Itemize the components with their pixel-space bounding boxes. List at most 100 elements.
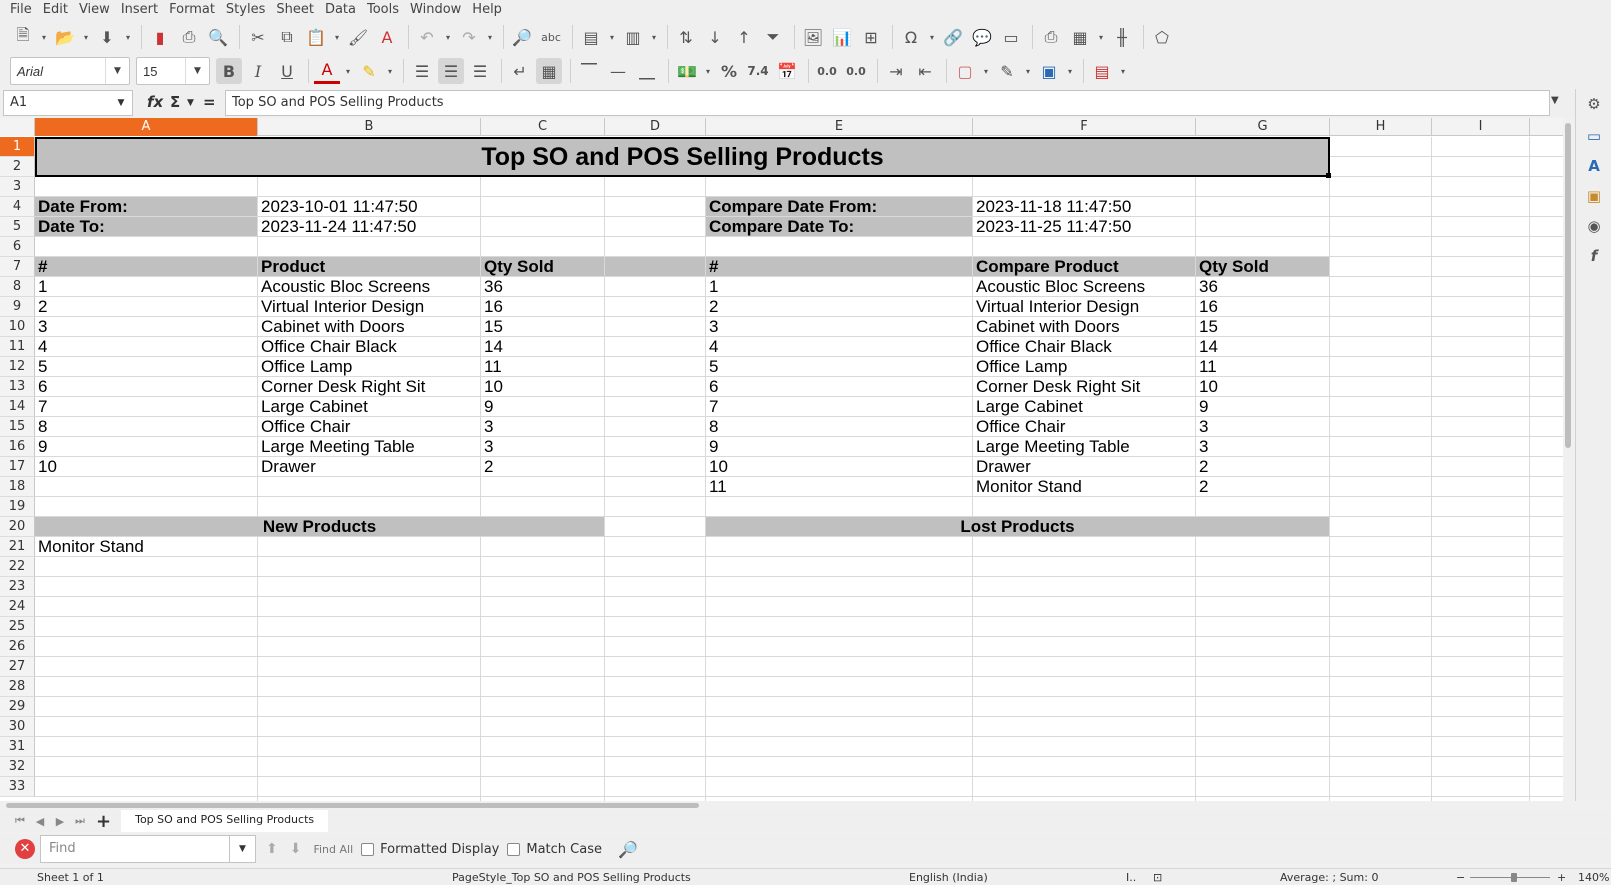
sum-dropdown-icon[interactable]: ▼ — [187, 98, 194, 108]
sort-descending-icon[interactable]: ↑ — [731, 24, 757, 50]
compare-date-from-label[interactable]: Compare Date From: — [706, 197, 972, 216]
insert-image-icon[interactable]: 🖼 — [800, 24, 826, 50]
row-header-8[interactable]: 8 — [0, 277, 35, 297]
row-header-26[interactable]: 26 — [0, 637, 35, 657]
column-header-c[interactable]: C — [481, 118, 605, 136]
row-header-15[interactable]: 15 — [0, 417, 35, 437]
row-header-28[interactable]: 28 — [0, 677, 35, 697]
column-header-f[interactable]: F — [973, 118, 1196, 136]
row-header-31[interactable]: 31 — [0, 737, 35, 757]
right-table-cell[interactable]: 11 — [706, 477, 972, 496]
number-format-icon[interactable]: 7.4 — [745, 58, 771, 84]
row-header-18[interactable]: 18 — [0, 477, 35, 497]
left-table-cell[interactable]: 1 — [35, 277, 257, 296]
border-color-icon[interactable]: ▣ — [1036, 58, 1062, 84]
row-header-13[interactable]: 13 — [0, 377, 35, 397]
save-dropdown[interactable]: ▾ — [123, 24, 133, 50]
font-color-dropdown[interactable]: ▾ — [343, 58, 353, 84]
row-header-7[interactable]: 7 — [0, 257, 35, 277]
left-table-cell[interactable]: 4 — [35, 337, 257, 356]
left-table-cell[interactable]: 3 — [35, 317, 257, 336]
right-table-header[interactable]: Qty Sold — [1196, 257, 1329, 276]
left-table-cell[interactable]: Large Meeting Table — [258, 437, 480, 456]
sort-ascending-icon[interactable]: ↓ — [702, 24, 728, 50]
clear-formatting-icon[interactable]: A — [374, 24, 400, 50]
right-table-cell[interactable]: 11 — [1196, 357, 1329, 376]
left-table-cell[interactable]: 7 — [35, 397, 257, 416]
row-header-20[interactable]: 20 — [0, 517, 35, 537]
row-icon[interactable]: ▤ — [578, 24, 604, 50]
border-color-dropdown[interactable]: ▾ — [1065, 58, 1075, 84]
row-header-16[interactable]: 16 — [0, 437, 35, 457]
border-style-icon[interactable]: ✎ — [994, 58, 1020, 84]
right-table-cell[interactable]: 6 — [706, 377, 972, 396]
previous-sheet-icon[interactable]: ◀ — [30, 815, 50, 828]
right-table-cell[interactable]: 4 — [706, 337, 972, 356]
row-header-23[interactable]: 23 — [0, 577, 35, 597]
menu-format[interactable]: Format — [165, 2, 222, 17]
compare-date-from-value[interactable]: 2023-11-18 11:47:50 — [973, 197, 1195, 216]
align-bottom-icon[interactable]: ⎽ — [634, 58, 660, 84]
zoom-in-icon[interactable]: + — [1557, 871, 1566, 884]
row-header-11[interactable]: 11 — [0, 337, 35, 357]
undo-icon[interactable]: ↶ — [414, 24, 440, 50]
zoom-level[interactable]: 140% — [1578, 871, 1609, 884]
right-table-cell[interactable]: 10 — [1196, 377, 1329, 396]
redo-icon[interactable]: ↷ — [456, 24, 482, 50]
freeze-rows-columns-icon[interactable]: ▦ — [1067, 24, 1093, 50]
right-table-cell[interactable]: 16 — [1196, 297, 1329, 316]
left-table-cell[interactable]: 15 — [481, 317, 604, 336]
left-table-cell[interactable]: Large Cabinet — [258, 397, 480, 416]
formula-icon[interactable]: = — [203, 93, 216, 111]
language[interactable]: English (India) — [909, 871, 988, 884]
split-window-icon[interactable]: ╫ — [1109, 24, 1135, 50]
compare-date-to-value[interactable]: 2023-11-25 11:47:50 — [973, 217, 1195, 236]
formula-input[interactable]: Top SO and POS Selling Products — [225, 90, 1550, 116]
right-table-cell[interactable]: Office Lamp — [973, 357, 1195, 376]
right-table-cell[interactable]: 2 — [706, 297, 972, 316]
row-header-6[interactable]: 6 — [0, 237, 35, 257]
spelling-icon[interactable]: abc — [538, 24, 564, 50]
right-table-cell[interactable]: Large Meeting Table — [973, 437, 1195, 456]
menu-window[interactable]: Window — [406, 2, 468, 17]
column-header-d[interactable]: D — [605, 118, 706, 136]
row-header-4[interactable]: 4 — [0, 197, 35, 217]
font-size-dropdown-icon[interactable]: ▼ — [185, 58, 209, 84]
column-header-i[interactable]: I — [1432, 118, 1530, 136]
left-table-cell[interactable]: Acoustic Bloc Screens — [258, 277, 480, 296]
column-dropdown[interactable]: ▾ — [649, 24, 659, 50]
row-header-27[interactable]: 27 — [0, 657, 35, 677]
left-table-cell[interactable]: Virtual Interior Design — [258, 297, 480, 316]
sidebar-settings-icon[interactable]: ⚙ — [1583, 93, 1605, 115]
row-header-2[interactable]: 2 — [0, 157, 35, 177]
delete-decimal-icon[interactable]: 0.0 — [843, 58, 869, 84]
horizontal-scroll-thumb[interactable] — [6, 803, 699, 808]
menu-file[interactable]: File — [6, 2, 39, 17]
right-table-cell[interactable]: 2 — [1196, 477, 1329, 496]
menu-styles[interactable]: Styles — [222, 2, 272, 17]
highlight-dropdown[interactable]: ▾ — [385, 58, 395, 84]
right-table-cell[interactable]: 36 — [1196, 277, 1329, 296]
headers-footers-icon[interactable]: ▭ — [998, 24, 1024, 50]
copy-icon[interactable]: ⧉ — [274, 24, 300, 50]
compare-date-to-label[interactable]: Compare Date To: — [706, 217, 972, 236]
right-table-cell[interactable]: Drawer — [973, 457, 1195, 476]
left-table-header[interactable]: # — [35, 257, 257, 276]
hyperlink-icon[interactable]: 🔗 — [940, 24, 966, 50]
right-table-cell[interactable]: 3 — [1196, 417, 1329, 436]
menu-insert[interactable]: Insert — [117, 2, 165, 17]
sidebar-navigator-icon[interactable]: ◉ — [1583, 215, 1605, 237]
highlight-color-icon[interactable]: ✎ — [356, 58, 382, 84]
right-table-cell[interactable]: 9 — [1196, 397, 1329, 416]
italic-icon[interactable]: I — [245, 58, 271, 84]
left-table-header[interactable]: Product — [258, 257, 480, 276]
open-dropdown[interactable]: ▾ — [81, 24, 91, 50]
left-table-cell[interactable]: 16 — [481, 297, 604, 316]
column-header-a[interactable]: A — [35, 118, 258, 136]
zoom-slider-knob[interactable] — [1511, 873, 1517, 882]
borders-icon[interactable]: ▢ — [952, 58, 978, 84]
row-header-32[interactable]: 32 — [0, 757, 35, 777]
column-header-e[interactable]: E — [706, 118, 973, 136]
menu-tools[interactable]: Tools — [363, 2, 406, 17]
special-character-icon[interactable]: Ω — [898, 24, 924, 50]
